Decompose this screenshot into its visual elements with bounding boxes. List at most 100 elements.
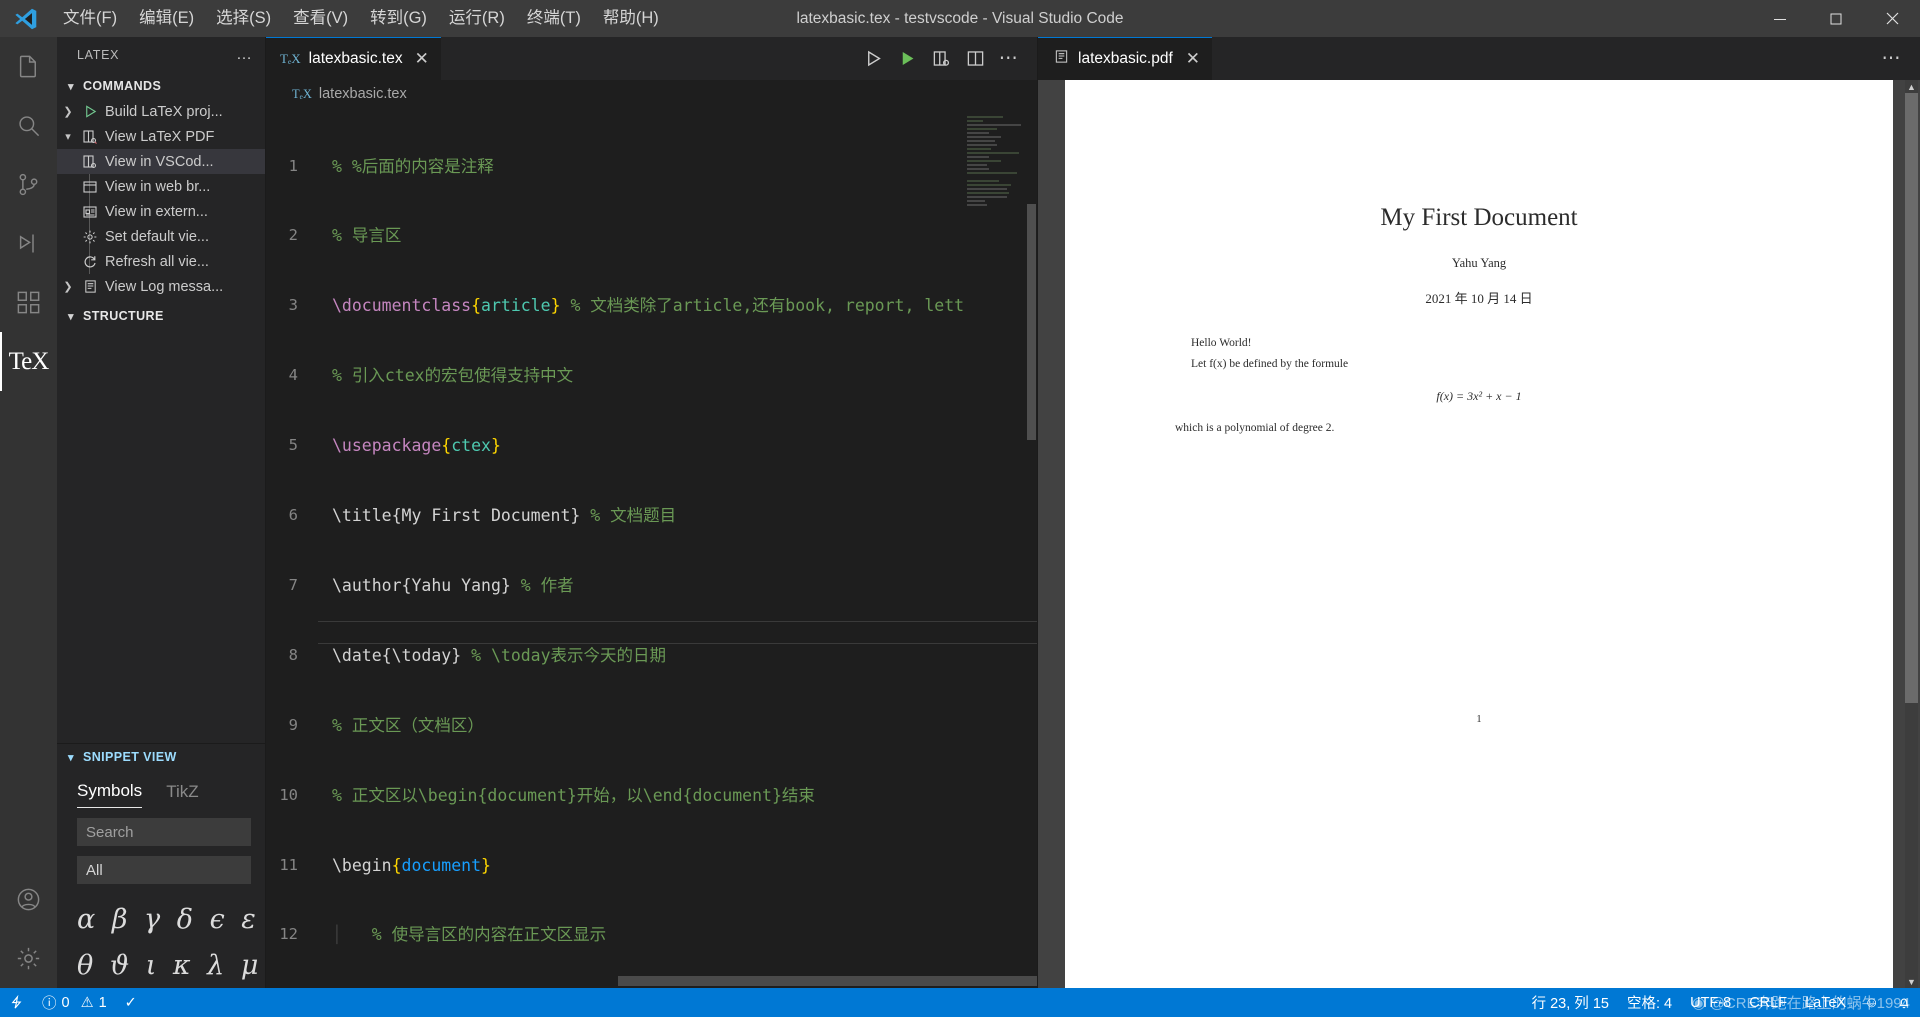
command-view-log-messages[interactable]: ❯ View Log messa...: [57, 274, 265, 299]
snippet-search-input[interactable]: Search: [77, 818, 251, 846]
line-content[interactable]: │ % 使导言区的内容在正文区显示: [318, 923, 606, 946]
minimize-button[interactable]: [1752, 0, 1808, 37]
scroll-down-icon[interactable]: ▼: [1905, 975, 1918, 988]
menu-bar[interactable]: 文件(F) 编辑(E) 选择(S) 查看(V) 转到(G) 运行(R) 终端(T…: [52, 0, 670, 37]
symbol-row[interactable]: α β γ δ ϵ ε ζ η: [57, 884, 265, 942]
sidebar-item-search[interactable]: [0, 96, 57, 155]
code-lines[interactable]: 1 % %后面的内容是注释 2 % 导言区 3 \documentclass{arti…: [266, 108, 1037, 988]
code-line: 10 % 正文区以\begin{document}开始，以\end{documen…: [266, 784, 1037, 807]
command-view-in-vscode[interactable]: View in VSCod...: [57, 149, 265, 174]
editor-horizontal-scrollbar[interactable]: [266, 976, 1037, 988]
line-content[interactable]: \usepackage{ctex}: [318, 434, 501, 457]
snippet-tabs[interactable]: Symbols TikZ: [57, 770, 265, 808]
menu-terminal[interactable]: 终端(T): [516, 0, 592, 37]
scroll-up-icon[interactable]: ▲: [1905, 80, 1918, 93]
split-editor-icon[interactable]: [961, 45, 989, 73]
section-header-snippet-view[interactable]: ▾ SNIPPET VIEW: [57, 744, 265, 770]
remote-indicator[interactable]: [0, 988, 33, 1017]
tab-latexbasic-tex[interactable]: TₑX latexbasic.tex ✕: [266, 37, 442, 80]
status-latex-build[interactable]: ✓: [116, 988, 146, 1017]
line-content[interactable]: % 正文区（文档区）: [318, 714, 484, 737]
section-header-commands[interactable]: ▾ COMMANDS: [57, 73, 265, 99]
minimap[interactable]: [967, 108, 1025, 988]
status-editor-language[interactable]: LaTeX: [1796, 988, 1855, 1017]
line-content[interactable]: % 引入ctex的宏包使得支持中文: [318, 364, 573, 387]
pdf-more-actions-icon[interactable]: ⋯: [1882, 37, 1920, 80]
status-editor-eol[interactable]: CRLF: [1740, 988, 1796, 1017]
scrollbar-thumb[interactable]: [618, 976, 1037, 986]
status-editor-encoding[interactable]: UTF-8: [1681, 988, 1740, 1017]
run-build-icon[interactable]: [859, 45, 887, 73]
sidebar-item-extensions[interactable]: [0, 273, 57, 332]
snippet-filter-select[interactable]: All: [77, 856, 251, 884]
status-editor-indentation[interactable]: 空格: 4: [1618, 988, 1681, 1017]
breadcrumb[interactable]: TₑX latexbasic.tex: [266, 80, 1037, 108]
line-content[interactable]: % %后面的内容是注释: [318, 155, 494, 178]
status-editor-position[interactable]: 行 23, 列 15: [1523, 988, 1618, 1017]
chevron-right-icon[interactable]: ❯: [57, 280, 79, 293]
chevron-down-icon[interactable]: ▾: [57, 130, 79, 143]
sidebar-item-latex[interactable]: TeX: [0, 332, 57, 391]
status-feedback-icon[interactable]: ☺: [1855, 988, 1888, 1017]
menu-goto[interactable]: 转到(G): [359, 0, 438, 37]
status-bar: ⓘ 0 ⚠ 1 ✓ 行 23, 列 15 空格: 4 UTF-8 CRLF La…: [0, 988, 1920, 1017]
scrollbar-thumb[interactable]: [1027, 204, 1036, 440]
tab-tikz[interactable]: TikZ: [166, 782, 198, 808]
sidebar-item-settings[interactable]: [0, 929, 57, 988]
line-content[interactable]: % 导言区: [318, 224, 401, 247]
editor-vertical-scrollbar[interactable]: [1025, 108, 1037, 988]
activity-bar[interactable]: TeX: [0, 37, 57, 988]
line-number: 10: [279, 785, 298, 804]
line-content[interactable]: \author{Yahu Yang} % 作者: [318, 574, 574, 597]
section-title-commands: COMMANDS: [83, 79, 162, 93]
symbol-row[interactable]: θ ϑ ι κ λ μ ν ξ: [57, 942, 265, 988]
command-view-in-web-browser[interactable]: View in web br...: [57, 174, 265, 199]
line-content[interactable]: \begin{document}: [318, 854, 491, 877]
close-icon[interactable]: ✕: [415, 49, 429, 69]
sidebar-more-icon[interactable]: …: [236, 46, 253, 64]
section-header-structure[interactable]: ▾ STRUCTURE: [57, 303, 265, 329]
scrollbar-thumb[interactable]: [1905, 93, 1918, 703]
command-view-latex-pdf[interactable]: ▾ View LaTeX PDF: [57, 124, 265, 149]
editor-actions[interactable]: ⋯: [859, 37, 1037, 80]
close-button[interactable]: [1864, 0, 1920, 37]
pdf-vertical-scrollbar[interactable]: [1905, 93, 1918, 975]
line-content[interactable]: \date{\today} % \today表示今天的日期: [318, 644, 666, 667]
sidebar-title-bar: LATEX …: [57, 37, 265, 73]
more-actions-icon[interactable]: ⋯: [995, 45, 1023, 73]
tab-latexbasic-pdf[interactable]: latexbasic.pdf ✕: [1038, 37, 1213, 80]
menu-help[interactable]: 帮助(H): [592, 0, 670, 37]
pdf-viewer[interactable]: My First Document Yahu Yang 2021 年 10 月 …: [1038, 80, 1920, 988]
sidebar-item-run-and-debug[interactable]: [0, 214, 57, 273]
window-controls[interactable]: [1752, 0, 1920, 37]
view-latex-pdf-icon[interactable]: [927, 45, 955, 73]
menu-selection[interactable]: 选择(S): [205, 0, 282, 37]
status-bar-right: 行 23, 列 15 空格: 4 UTF-8 CRLF LaTeX ☺: [1523, 988, 1920, 1017]
external-icon: [79, 204, 101, 220]
tab-symbols[interactable]: Symbols: [77, 781, 143, 808]
status-notifications-bell-icon[interactable]: [1888, 988, 1920, 1017]
menu-edit[interactable]: 编辑(E): [128, 0, 205, 37]
command-refresh-all-viewers[interactable]: Refresh all vie...: [57, 249, 265, 274]
line-content[interactable]: % 正文区以\begin{document}开始，以\end{document}…: [318, 784, 815, 807]
command-set-default-viewer[interactable]: Set default vie...: [57, 224, 265, 249]
maximize-button[interactable]: [1808, 0, 1864, 37]
build-latex-project-icon[interactable]: [893, 45, 921, 73]
preview-icon: [79, 154, 101, 170]
code-editor[interactable]: 1 % %后面的内容是注释 2 % 导言区 3 \documentclass{arti…: [266, 108, 1037, 988]
pdf-page-number: 1: [1476, 714, 1482, 725]
command-view-in-external-viewer[interactable]: View in extern...: [57, 199, 265, 224]
sidebar-item-explorer[interactable]: [0, 37, 57, 96]
sidebar-item-source-control[interactable]: [0, 155, 57, 214]
breadcrumb-file[interactable]: latexbasic.tex: [319, 86, 407, 102]
menu-file[interactable]: 文件(F): [52, 0, 128, 37]
menu-view[interactable]: 查看(V): [282, 0, 359, 37]
sidebar-item-accounts[interactable]: [0, 870, 57, 929]
line-content[interactable]: \title{My First Document} % 文档题目: [318, 504, 676, 527]
command-build-latex-project[interactable]: ❯ Build LaTeX proj...: [57, 99, 265, 124]
chevron-right-icon[interactable]: ❯: [57, 105, 79, 118]
menu-run[interactable]: 运行(R): [438, 0, 516, 37]
status-problems-errors[interactable]: ⓘ 0 ⚠ 1: [33, 988, 116, 1017]
close-icon[interactable]: ✕: [1186, 49, 1200, 69]
line-content[interactable]: \documentclass{article} % 文档类除了article,还…: [318, 294, 964, 317]
